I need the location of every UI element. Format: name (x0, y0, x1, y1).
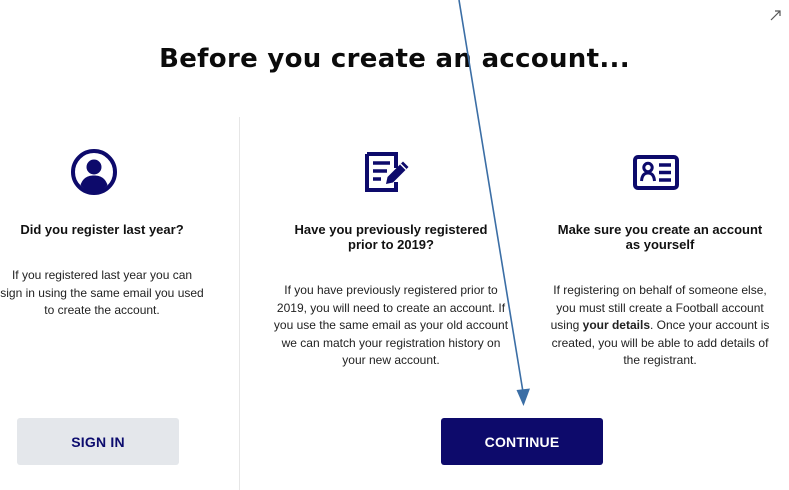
emphasis-text: your details (582, 318, 650, 332)
column-description: If registering on behalf of someone else… (540, 282, 780, 370)
edit-document-icon (365, 152, 409, 192)
column-divider (239, 117, 240, 490)
continue-button[interactable]: CONTINUE (441, 418, 603, 465)
column-description: If you have previously registered prior … (273, 283, 509, 367)
column-heading: Have you previously registered prior to … (294, 222, 488, 252)
column-heading: Did you register last year? (20, 222, 184, 237)
column-heading: Make sure you create an account as yours… (557, 222, 763, 252)
user-circle-icon (71, 149, 117, 195)
page-title: Before you create an account... (159, 44, 630, 74)
id-card-icon (633, 155, 679, 190)
sign-in-button[interactable]: SIGN IN (17, 418, 179, 465)
expand-arrow-icon[interactable] (769, 8, 783, 22)
create-account-modal: Before you create an account... Did you … (0, 0, 789, 490)
column-description: If you registered last year you can sign… (0, 268, 204, 317)
